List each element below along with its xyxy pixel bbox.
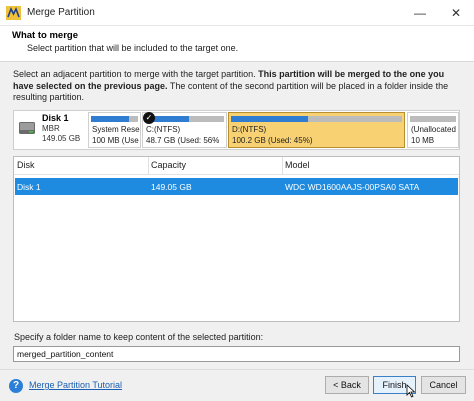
table-header: Disk Capacity Model xyxy=(14,157,459,175)
title-bar: Merge Partition — ✕ xyxy=(0,0,474,26)
cancel-button[interactable]: Cancel xyxy=(421,376,466,394)
disk-name: Disk 1 xyxy=(42,113,69,123)
minimize-icon[interactable]: — xyxy=(402,0,438,26)
tutorial-link[interactable]: Merge Partition Tutorial xyxy=(29,380,122,390)
wizard-body: Select an adjacent partition to merge wi… xyxy=(0,62,474,369)
cell-capacity: 149.05 GB xyxy=(151,182,192,192)
usage-bar xyxy=(231,116,402,122)
column-header-model[interactable]: Model xyxy=(285,160,310,170)
partition-size: 48.7 GB (Used: 56% xyxy=(146,136,220,145)
instructions-text: Select an adjacent partition to merge wi… xyxy=(13,69,461,104)
column-divider[interactable] xyxy=(282,157,283,175)
wizard-footer: ? Merge Partition Tutorial < Back Finish… xyxy=(0,369,474,401)
minitool-logo-icon xyxy=(6,6,21,20)
usage-bar xyxy=(91,116,138,122)
disk-map: Disk 1 MBR 149.05 GB System Rese 100 MB … xyxy=(13,110,460,150)
disk-size: 149.05 GB xyxy=(42,134,81,143)
checkmark-icon: ✓ xyxy=(143,112,155,124)
usage-bar xyxy=(410,116,456,122)
mouse-cursor-icon xyxy=(406,384,416,398)
usage-bar xyxy=(145,116,224,122)
partition-label: C:(NTFS) xyxy=(146,125,181,134)
partition-system-reserved[interactable]: System Rese 100 MB (Use xyxy=(88,112,141,148)
partition-d[interactable]: D:(NTFS) 100.2 GB (Used: 45%) xyxy=(228,112,405,148)
folder-name-input[interactable] xyxy=(13,346,460,362)
column-header-capacity[interactable]: Capacity xyxy=(151,160,186,170)
instructions-part1: Select an adjacent partition to merge wi… xyxy=(13,69,259,79)
hard-disk-icon xyxy=(19,122,35,134)
disk-type: MBR xyxy=(42,124,60,133)
partition-size: 100 MB (Use xyxy=(92,136,139,145)
back-button[interactable]: < Back xyxy=(325,376,369,394)
partition-label: System Rese xyxy=(92,125,140,134)
partition-label: D:(NTFS) xyxy=(232,125,267,134)
column-divider[interactable] xyxy=(148,157,149,175)
partition-label: (Unallocated xyxy=(411,125,456,134)
close-icon[interactable]: ✕ xyxy=(438,0,474,26)
header-subtitle: Select partition that will be included t… xyxy=(27,43,239,53)
window-title: Merge Partition xyxy=(27,7,95,18)
usage-fill xyxy=(91,116,129,122)
header-title: What to merge xyxy=(12,30,78,41)
table-row[interactable]: Disk 1 149.05 GB WDC WD1600AAJS-00PSA0 S… xyxy=(15,178,458,195)
disk-info[interactable]: Disk 1 MBR 149.05 GB xyxy=(14,111,86,149)
cell-model: WDC WD1600AAJS-00PSA0 SATA xyxy=(285,182,420,192)
partition-size: 100.2 GB (Used: 45%) xyxy=(232,136,313,145)
usage-fill xyxy=(231,116,308,122)
help-icon[interactable]: ? xyxy=(9,379,23,393)
partition-size: 10 MB xyxy=(411,136,435,145)
wizard-header: What to merge Select partition that will… xyxy=(0,26,474,62)
column-header-disk[interactable]: Disk xyxy=(17,160,35,170)
cell-disk: Disk 1 xyxy=(17,182,41,192)
disk-table: Disk Capacity Model Disk 1 149.05 GB WDC… xyxy=(13,156,460,322)
partition-unallocated[interactable]: (Unallocated 10 MB xyxy=(407,112,459,148)
folder-name-label: Specify a folder name to keep content of… xyxy=(14,332,264,342)
